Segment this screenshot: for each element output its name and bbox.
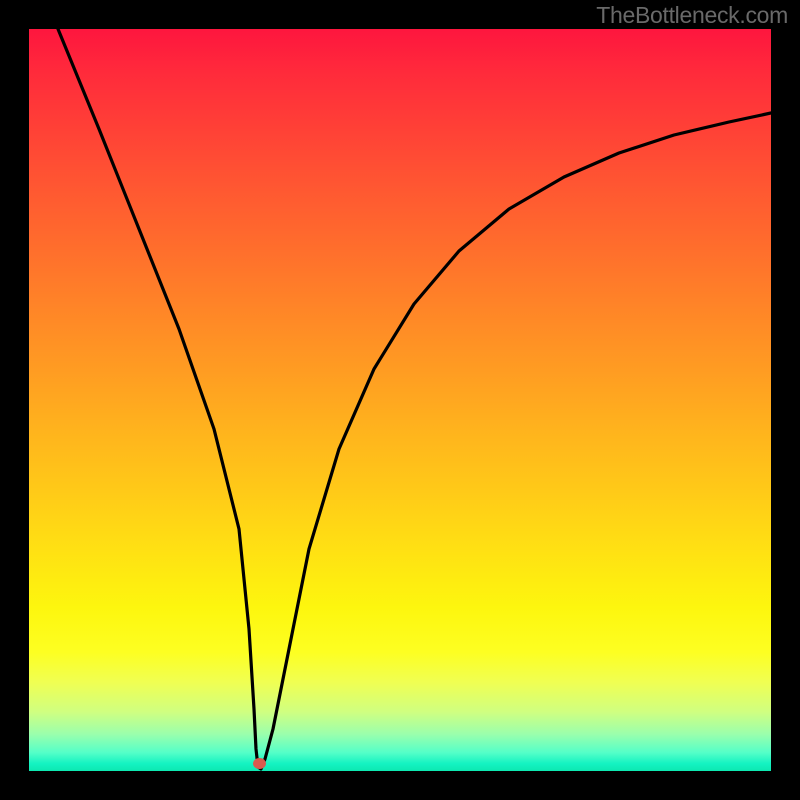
minimum-marker (253, 758, 266, 769)
curve-path (58, 29, 771, 769)
watermark-text: TheBottleneck.com (596, 2, 788, 29)
chart-plot-area (29, 29, 771, 771)
bottleneck-curve (29, 29, 771, 771)
